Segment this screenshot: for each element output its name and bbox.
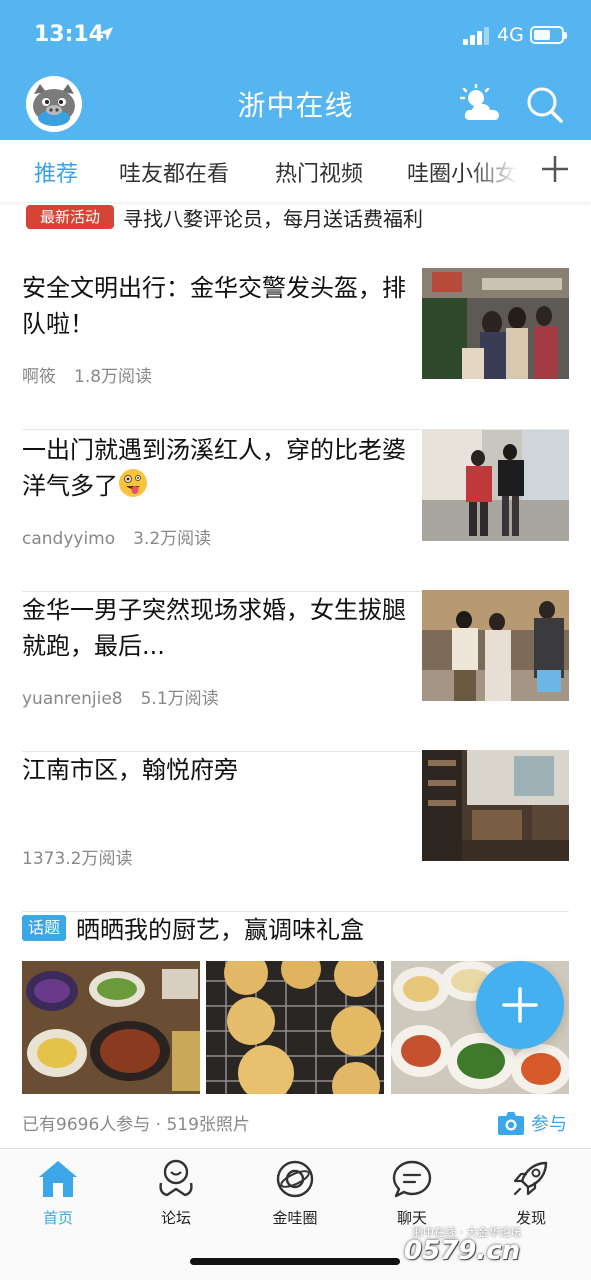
nav-discover[interactable]: 发现: [486, 1159, 576, 1233]
rocket-icon: [513, 1161, 548, 1196]
topic-photo[interactable]: [22, 961, 200, 1094]
camera-icon: [498, 1112, 524, 1135]
signal-icon: [463, 27, 489, 45]
planet-icon: [276, 1160, 314, 1198]
home-icon: [39, 1161, 77, 1197]
article-thumbnail: [422, 430, 569, 541]
crazy-face-emoji-icon: [119, 469, 147, 497]
nav-chat[interactable]: 聊天: [367, 1159, 457, 1233]
article-reads: 3.2万阅读: [133, 529, 212, 549]
article-title: 江南市区，翰悦府旁: [22, 756, 238, 784]
article-author: 啊筱: [22, 367, 56, 387]
nav-home[interactable]: 首页: [13, 1159, 103, 1233]
article-thumbnail: [422, 268, 569, 379]
article-meta: 啊筱 1.8万阅读: [22, 362, 152, 387]
article-meta: candyyimo 3.2万阅读: [22, 524, 211, 549]
nav-forum[interactable]: 论坛: [131, 1159, 221, 1233]
article-meta: 1373.2万阅读: [22, 844, 132, 869]
tab-recommend[interactable]: 推荐: [34, 156, 78, 188]
article-author: yuanrenjie8: [22, 689, 123, 709]
article-reads: 1373.2万阅读: [22, 849, 133, 869]
topic-participation: 已有9696人参与 · 519张照片: [22, 1115, 250, 1135]
watermark-logo: 0579.cn: [404, 1236, 521, 1266]
app-header: 13:14 4G 浙中在线: [0, 0, 591, 140]
article-thumbnail: [422, 750, 569, 861]
article-thumbnail: [422, 590, 569, 701]
article-reads: 1.8万阅读: [74, 367, 153, 387]
network-type: 4G: [497, 24, 524, 46]
article-author: candyyimo: [22, 529, 116, 549]
article-item[interactable]: 安全文明出行：金华交警发头盔，排队啦！ 啊筱 1.8万阅读: [22, 268, 569, 430]
search-icon[interactable]: [526, 86, 564, 124]
article-title: 一出门就遇到汤溪红人，穿的比老婆洋气多了: [22, 436, 406, 500]
promo-badge: 最新活动: [26, 205, 114, 229]
promo-text: 寻找八婺评论员，每月送话费福利: [123, 207, 423, 231]
article-item[interactable]: 一出门就遇到汤溪红人，穿的比老婆洋气多了 candyyimo 3.2万阅读: [22, 430, 569, 592]
topic-badge: 话题: [22, 915, 66, 941]
article-title: 安全文明出行：金华交警发头盔，排队啦！: [22, 274, 406, 338]
article-meta: yuanrenjie8 5.1万阅读: [22, 684, 219, 709]
forum-icon: [159, 1159, 193, 1197]
status-time: 13:14: [34, 22, 105, 47]
site-watermark: 浙中在线 · 大金华论坛 0579.cn: [404, 1224, 584, 1268]
category-tabs: 推荐 哇友都在看 热门视频 哇圈小仙女: [0, 140, 591, 202]
add-tab-icon[interactable]: [540, 154, 570, 184]
plus-icon: [502, 987, 538, 1023]
tab-friends-watching[interactable]: 哇友都在看: [119, 156, 229, 188]
join-label: 参与: [531, 1114, 567, 1135]
nav-planet[interactable]: 金哇圈: [250, 1159, 340, 1233]
home-indicator[interactable]: [190, 1258, 400, 1265]
status-bar: 13:14 4G: [0, 0, 591, 72]
tab-hot-videos[interactable]: 热门视频: [275, 156, 363, 188]
location-arrow-icon: [99, 27, 113, 41]
battery-icon: [530, 26, 567, 44]
topic-title: 晒晒我的厨艺，赢调味礼盒: [76, 916, 364, 944]
topic-photo[interactable]: [206, 961, 384, 1094]
weather-icon[interactable]: [460, 84, 504, 124]
chat-icon: [392, 1160, 432, 1198]
article-item[interactable]: 江南市区，翰悦府旁 1373.2万阅读: [22, 750, 569, 912]
article-reads: 5.1万阅读: [140, 689, 219, 709]
article-title: 金华一男子突然现场求婚，女生拔腿就跑，最后...: [22, 596, 406, 660]
article-item[interactable]: 金华一男子突然现场求婚，女生拔腿就跑，最后... yuanrenjie8 5.1万…: [22, 590, 569, 752]
create-post-button[interactable]: [476, 961, 564, 1049]
